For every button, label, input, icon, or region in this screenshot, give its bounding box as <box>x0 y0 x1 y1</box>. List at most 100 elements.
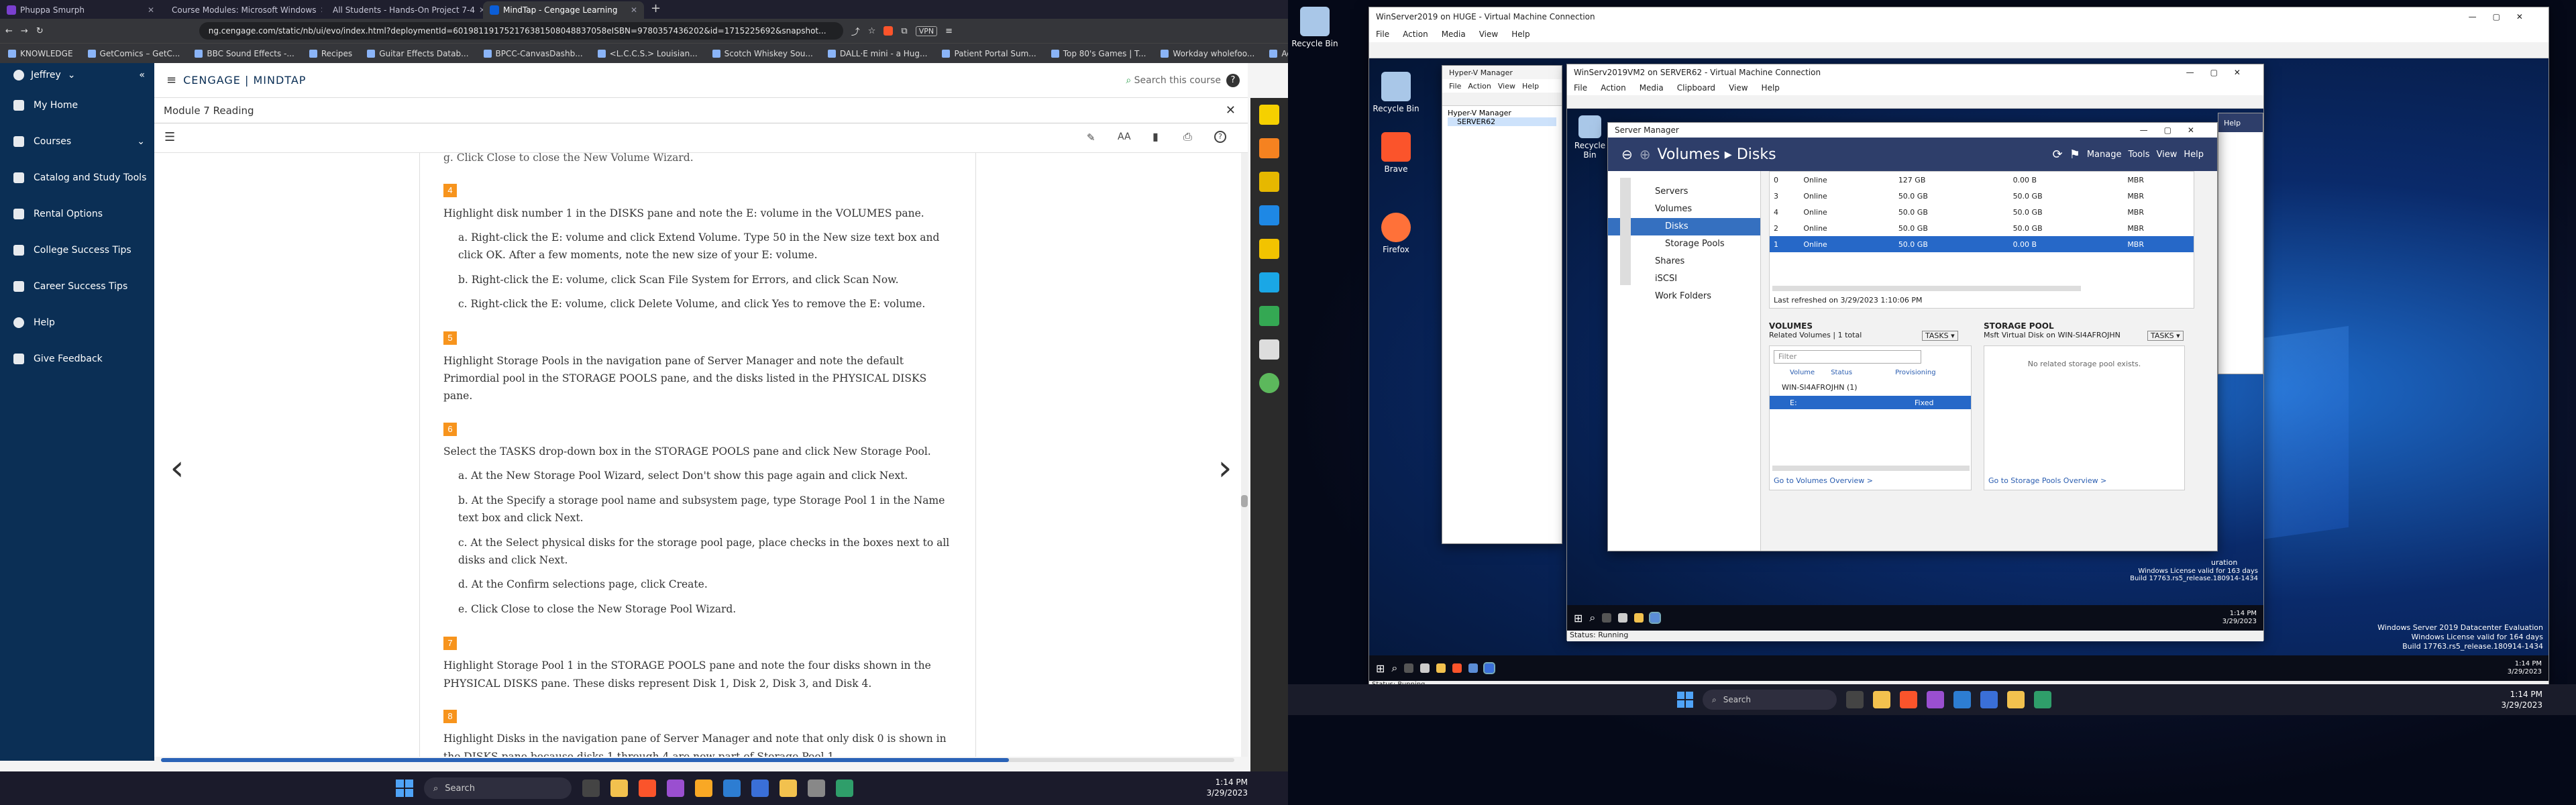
task-view-icon[interactable] <box>1602 613 1612 623</box>
file-explorer-icon[interactable] <box>1634 613 1644 623</box>
menu-file[interactable]: File <box>1574 83 1587 93</box>
sm-nav-shares[interactable]: Shares <box>1608 253 1760 270</box>
prev-page-arrow[interactable]: ‹ <box>164 448 191 488</box>
vscode-icon[interactable] <box>723 780 741 797</box>
menu-media[interactable]: Media <box>1640 83 1664 93</box>
menu-view[interactable]: View <box>1479 30 1498 39</box>
brave-shield-icon[interactable] <box>883 26 894 36</box>
folder-icon[interactable] <box>780 780 797 797</box>
nav-help[interactable]: Help <box>0 305 154 341</box>
menu-tools[interactable]: Tools <box>2128 150 2149 160</box>
sm-nav-storage-pools[interactable]: Storage Pools <box>1608 235 1760 253</box>
volumes-tasks-dropdown[interactable]: TASKS ▾ <box>1922 331 1958 341</box>
menu-help[interactable]: Help <box>2184 150 2204 160</box>
bookmark-item[interactable]: Patient Portal Sum... <box>942 49 1036 58</box>
close-icon[interactable]: ✕ <box>148 5 154 15</box>
bookmark-icon[interactable]: ▮ <box>1152 130 1159 143</box>
sm-nav-servers[interactable]: Servers <box>1608 183 1760 201</box>
nav-my-home[interactable]: My Home <box>0 87 154 123</box>
task-view-icon[interactable] <box>1404 663 1414 673</box>
table-row[interactable]: 0 Online 127 GB 0.00 B MBR <box>1770 172 2194 188</box>
volumes-overview-link[interactable]: Go to Volumes Overview > <box>1774 476 1873 485</box>
back-icon[interactable]: ⊖ <box>1621 146 1633 162</box>
extensions-icon[interactable]: ⧉ <box>901 26 907 36</box>
help-icon[interactable]: ? <box>1214 131 1226 143</box>
app-icon[interactable] <box>667 780 684 797</box>
url-field[interactable]: ng.cengage.com/static/nb/ui/evo/index.ht… <box>199 22 843 40</box>
bookmark-item[interactable]: DALL·E mini - a Hug... <box>828 49 928 58</box>
back-icon[interactable]: ← <box>5 26 13 36</box>
clock[interactable]: 1:14 PM 3/29/2023 <box>1206 777 1248 798</box>
menu-action[interactable]: Action <box>1403 30 1428 39</box>
user-menu[interactable]: Jeffrey ⌄ « <box>0 63 154 87</box>
notes-icon[interactable] <box>1259 239 1279 259</box>
hyperv-icon[interactable] <box>751 780 769 797</box>
close-icon[interactable]: ✕ <box>631 5 637 15</box>
bookmark-item[interactable]: Recipes <box>309 49 352 58</box>
bookmark-star-icon[interactable]: ☆ <box>868 26 876 36</box>
bookmark-item[interactable]: KNOWLEDGE <box>8 49 73 58</box>
firefox-desktop-icon[interactable]: Firefox <box>1369 213 1423 254</box>
menu-clipboard[interactable]: Clipboard <box>1677 83 1715 93</box>
windows-start-icon[interactable]: ⊞ <box>1376 662 1385 675</box>
taskbar-search[interactable]: ⌕ Search <box>1703 690 1837 710</box>
window-controls[interactable]: —▢✕ <box>2186 68 2257 77</box>
sm-nav-volumes[interactable]: Volumes <box>1608 201 1760 218</box>
file-explorer-icon[interactable] <box>1873 691 1890 708</box>
task-view-icon[interactable] <box>1846 691 1864 708</box>
bookmark-item[interactable]: Access Panel Applic... <box>1269 49 1288 58</box>
table-row[interactable]: 4 Online 50.0 GB 50.0 GB MBR <box>1770 204 2194 220</box>
nav-career-tips[interactable]: Career Success Tips <box>0 268 154 305</box>
recycle-bin-desktop-icon[interactable]: Recycle Bin <box>1288 7 1342 48</box>
window-controls[interactable]: —▢✕ <box>2469 12 2539 21</box>
collapse-icon[interactable]: « <box>139 70 145 80</box>
bookmark-item[interactable]: Top 80's Games | T... <box>1051 49 1146 58</box>
browser-tab[interactable]: All Students - Hands-On Project 7-4 ✕ <box>322 1 483 19</box>
brave-icon[interactable] <box>639 780 656 797</box>
menu-help[interactable]: Help <box>2218 113 2263 132</box>
scrollbar-thumb[interactable] <box>1241 495 1248 507</box>
app-icon[interactable] <box>1420 663 1430 673</box>
window-controls[interactable]: —▢✕ <box>2140 125 2210 135</box>
clock[interactable]: 1:14 PM 3/29/2023 <box>2501 689 2542 710</box>
sm-nav-iscsi[interactable]: iSCSI <box>1608 270 1760 288</box>
reading-progress-bar[interactable] <box>161 758 1234 762</box>
sm-nav-disks[interactable]: Disks <box>1608 218 1760 235</box>
search-icon[interactable]: ⌕ <box>1391 661 1397 675</box>
menu-action[interactable]: Action <box>1601 83 1626 93</box>
vm-connect-taskbar-icon[interactable] <box>1483 662 1496 674</box>
app-icon[interactable] <box>808 780 825 797</box>
taskbar-search[interactable]: ⌕ Search <box>424 777 572 799</box>
windows-start-icon[interactable] <box>396 780 413 797</box>
sm-nav-work-folders[interactable]: Work Folders <box>1608 288 1760 305</box>
flag-icon[interactable]: ⚑ <box>2070 148 2080 162</box>
hyperv-icon[interactable] <box>1980 691 1998 708</box>
next-page-arrow[interactable]: › <box>1212 448 1238 488</box>
menu-help[interactable]: Help <box>1511 30 1529 39</box>
search-icon[interactable]: ⌕ <box>1589 611 1595 625</box>
file-explorer-icon[interactable] <box>1436 663 1446 673</box>
menu-media[interactable]: Media <box>1442 30 1466 39</box>
share-icon[interactable]: ⤴ <box>851 25 860 38</box>
col-header[interactable]: Provisioning <box>1895 369 1935 376</box>
drive-icon[interactable] <box>1259 306 1279 326</box>
app-icon[interactable] <box>1618 613 1628 623</box>
bookmark-item[interactable]: Scotch Whiskey Sou... <box>712 49 813 58</box>
print-icon[interactable]: ⎙ <box>1183 130 1192 144</box>
forward-icon[interactable]: → <box>21 26 28 36</box>
text-size-icon[interactable]: AA <box>1118 131 1131 142</box>
guest-clock[interactable]: 1:14 PM 3/29/2023 <box>2222 610 2257 626</box>
table-row-selected[interactable]: 1 Online 50.0 GB 0.00 B MBR <box>1770 236 2194 252</box>
menu-help[interactable]: Help <box>1762 83 1780 93</box>
flashcards-icon[interactable] <box>1259 339 1279 360</box>
app-icon[interactable] <box>1927 691 1944 708</box>
bookmark-item[interactable]: BBC Sound Effects -... <box>195 49 294 58</box>
menu-view[interactable]: View <box>1729 83 1748 93</box>
bookmark-item[interactable]: <L.C.C.S.> Louisian... <box>598 49 698 58</box>
reload-icon[interactable]: ↻ <box>36 26 44 36</box>
server-manager-taskbar-icon[interactable] <box>1468 663 1479 673</box>
file-explorer-icon[interactable] <box>610 780 628 797</box>
menu-icon[interactable]: ≡ <box>166 73 176 87</box>
vscode-icon[interactable] <box>1953 691 1971 708</box>
brave-icon[interactable] <box>1452 663 1462 673</box>
